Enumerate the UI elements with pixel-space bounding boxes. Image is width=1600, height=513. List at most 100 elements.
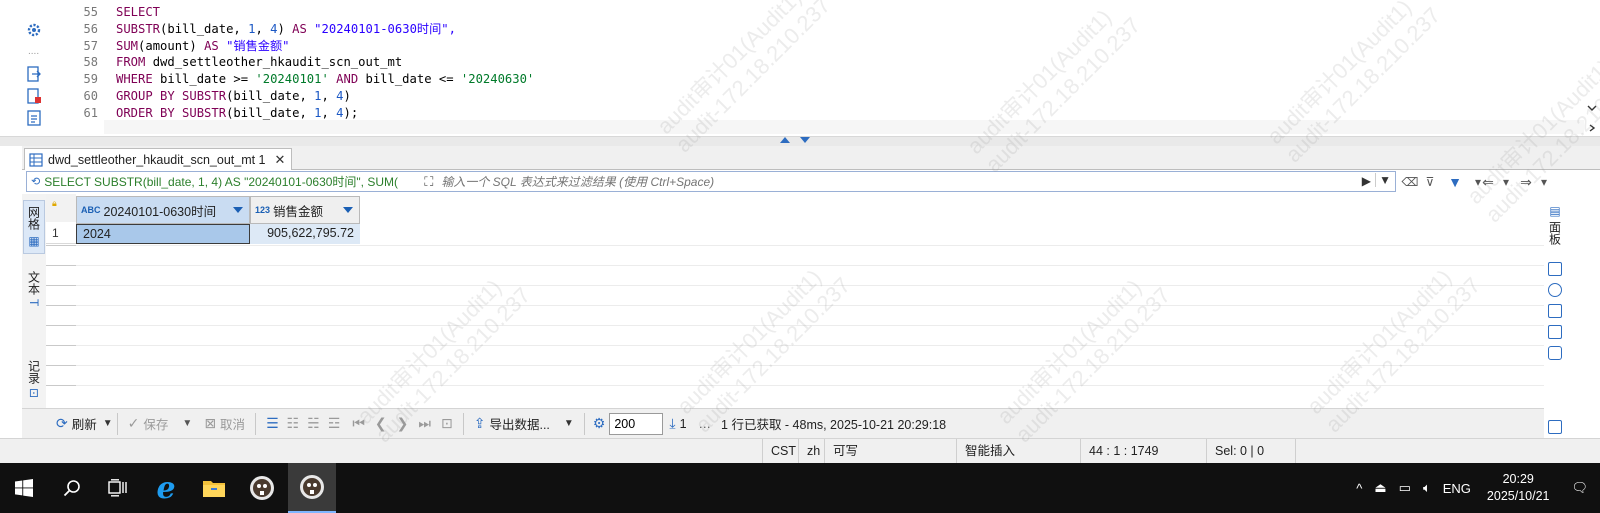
filter-input[interactable]	[437, 174, 1338, 189]
back-arrow-icon[interactable]: ⇐	[1480, 174, 1496, 190]
insert-mode-status[interactable]: 智能插入	[956, 439, 1080, 463]
script-error-icon[interactable]	[26, 88, 42, 104]
code-line[interactable]: SUBSTR(bill_date, 1, 4) AS "20240101-063…	[116, 21, 456, 38]
references-icon[interactable]	[1548, 325, 1562, 339]
last-page-icon[interactable]: ⏭	[418, 415, 431, 432]
code-line[interactable]: FROM dwd_settleother_hkaudit_scn_out_mt	[116, 54, 402, 71]
layout-toggle-icon[interactable]	[1548, 420, 1562, 434]
tab-result-1[interactable]: dwd_settleother_hkaudit_scn_out_mt 1 ✕	[24, 148, 293, 170]
forward-arrow-icon[interactable]: ⇒	[1518, 174, 1534, 190]
grid-line	[46, 365, 1544, 366]
filter-icon[interactable]: ▼	[1447, 174, 1463, 190]
refresh-dropdown-icon[interactable]: ▼	[103, 418, 113, 429]
tab-panels[interactable]: ▤ 面板	[1546, 204, 1564, 250]
code-token: 4	[336, 105, 344, 120]
prev-page-icon[interactable]: ❮	[375, 415, 387, 432]
code-line[interactable]: SUM(amount) AS "销售金额"	[116, 38, 290, 55]
input-language[interactable]: ENG	[1437, 481, 1477, 496]
grid-line	[46, 345, 1544, 346]
sql-file-icon[interactable]	[26, 110, 42, 126]
start-button[interactable]	[0, 463, 48, 513]
search-button[interactable]	[48, 463, 96, 513]
table-cell[interactable]: 905,622,795.72	[250, 224, 360, 244]
sql-editor[interactable]: .... 55 56 57 58 59 60 61 SELECT SUBSTR(bill_da…	[0, 0, 1600, 136]
editor-horizontal-scrollbar[interactable]	[104, 120, 1584, 134]
export-data-button[interactable]: ⇪ 导出数据... ▼	[468, 410, 580, 438]
sort-dropdown-icon[interactable]	[343, 207, 353, 213]
chevron-up-icon[interactable]: ^	[1350, 481, 1368, 496]
filter-history-dropdown-icon[interactable]: ▼	[1375, 173, 1391, 187]
metadata-icon[interactable]	[1548, 304, 1562, 318]
copy-row-icon[interactable]: ☵	[307, 415, 320, 432]
fetch-size-input[interactable]	[609, 412, 664, 435]
table-cell[interactable]: 2024	[76, 224, 250, 244]
row-header-line	[46, 285, 76, 286]
export-script-icon[interactable]	[26, 66, 42, 82]
sort-dropdown-icon[interactable]	[233, 207, 243, 213]
expand-icon[interactable]: ⛶	[420, 174, 437, 190]
settings-icon[interactable]	[26, 22, 42, 38]
apply-filter-icon[interactable]: ▶	[1362, 174, 1371, 188]
locale-status[interactable]: zh	[798, 439, 824, 463]
line-number: 60	[83, 89, 98, 103]
column-header[interactable]: 123 销售金额	[250, 196, 360, 224]
grid-layout-icon[interactable]	[1548, 262, 1562, 276]
tab-grid[interactable]: 网格 ▦	[23, 200, 45, 254]
save-button[interactable]: ✓ 保存 ▼	[122, 410, 199, 438]
code-line[interactable]: WHERE bill_date >= '20240101' AND bill_d…	[116, 71, 534, 88]
grid-line	[46, 285, 1544, 286]
dbeaver-app-active-button[interactable]	[288, 463, 336, 513]
chevron-right-icon[interactable]	[1587, 124, 1597, 132]
gear-icon[interactable]: ⚙	[589, 415, 610, 432]
cancel-button[interactable]: ⊠ 取消	[198, 410, 251, 438]
filter-bar: ⟲ SELECT SUBSTR(bill_date, 1, 4) AS "202…	[22, 171, 1600, 193]
edit-row-icon[interactable]: ☰	[266, 415, 279, 432]
volume-icon[interactable]: 🔈︎	[1417, 480, 1437, 496]
refresh-button[interactable]: ⟳ 刷新	[50, 410, 103, 438]
tab-record[interactable]: 记录 ⊡	[23, 354, 45, 404]
collapse-up-icon[interactable]	[780, 137, 790, 143]
notification-icon[interactable]: 🗨︎	[1559, 480, 1600, 496]
chevron-down-icon[interactable]	[1587, 104, 1597, 112]
editor-vertical-scrollbar[interactable]	[1584, 0, 1600, 136]
first-page-icon[interactable]: ⏮	[352, 415, 365, 432]
next-page-icon[interactable]: ❯	[397, 415, 409, 432]
results-grid[interactable]: 🔒︎ ABC 20240101-0630时间 123 销售金额 1 2024 905,62…	[46, 194, 1544, 408]
editor-results-splitter[interactable]	[0, 136, 1600, 146]
code-line[interactable]: SELECT	[116, 4, 160, 21]
network-icon[interactable]: ▭	[1393, 480, 1417, 496]
close-icon[interactable]: ✕	[275, 152, 286, 168]
clock[interactable]: 20:29 2025/10/21	[1477, 471, 1560, 505]
task-view-button[interactable]	[94, 463, 142, 513]
row-header-line	[46, 385, 76, 386]
fit-icon[interactable]: ⊡	[441, 415, 453, 432]
code-token: "销售金额"	[218, 38, 290, 53]
grid-icon: ▦	[27, 234, 41, 248]
code-area[interactable]: SELECT SUBSTR(bill_date, 1, 4) AS "202401…	[116, 0, 1536, 136]
back-dropdown-icon[interactable]: ▾	[1498, 174, 1514, 190]
add-row-icon[interactable]: ☷	[287, 415, 300, 432]
code-line[interactable]: GROUP BY SUBSTR(bill_date, 1, 4)	[116, 88, 351, 105]
value-viewer-icon[interactable]	[1548, 283, 1562, 297]
internet-explorer-button[interactable]: e	[142, 463, 190, 513]
file-explorer-button[interactable]	[190, 463, 238, 513]
forward-dropdown-icon[interactable]: ▾	[1536, 174, 1552, 190]
fetch-all-button[interactable]: ⤓ 1	[663, 410, 692, 438]
export-dropdown-icon[interactable]: ▼	[564, 418, 574, 429]
row-header-line	[46, 245, 76, 246]
eraser-icon[interactable]: ⌫	[1402, 174, 1419, 190]
dbeaver-app-button[interactable]	[238, 463, 286, 513]
collapse-down-icon[interactable]	[800, 137, 810, 143]
delete-row-icon[interactable]: ☲	[328, 415, 341, 432]
row-number[interactable]: 1	[46, 224, 76, 244]
save-dropdown-icon[interactable]: ▼	[182, 418, 192, 429]
column-header[interactable]: ABC 20240101-0630时间	[76, 196, 250, 224]
usb-icon[interactable]: ⏏	[1368, 480, 1392, 496]
filter-box[interactable]: ⟲ SELECT SUBSTR(bill_date, 1, 4) AS "202…	[26, 171, 1396, 192]
clear-filter-icon[interactable]: ⊽	[1422, 174, 1438, 190]
more-icon[interactable]: …	[693, 417, 718, 431]
table-row[interactable]: 1 2024 905,622,795.72	[46, 224, 1544, 244]
aggregate-icon[interactable]	[1548, 346, 1562, 360]
tab-text[interactable]: 文本 T	[23, 266, 45, 312]
